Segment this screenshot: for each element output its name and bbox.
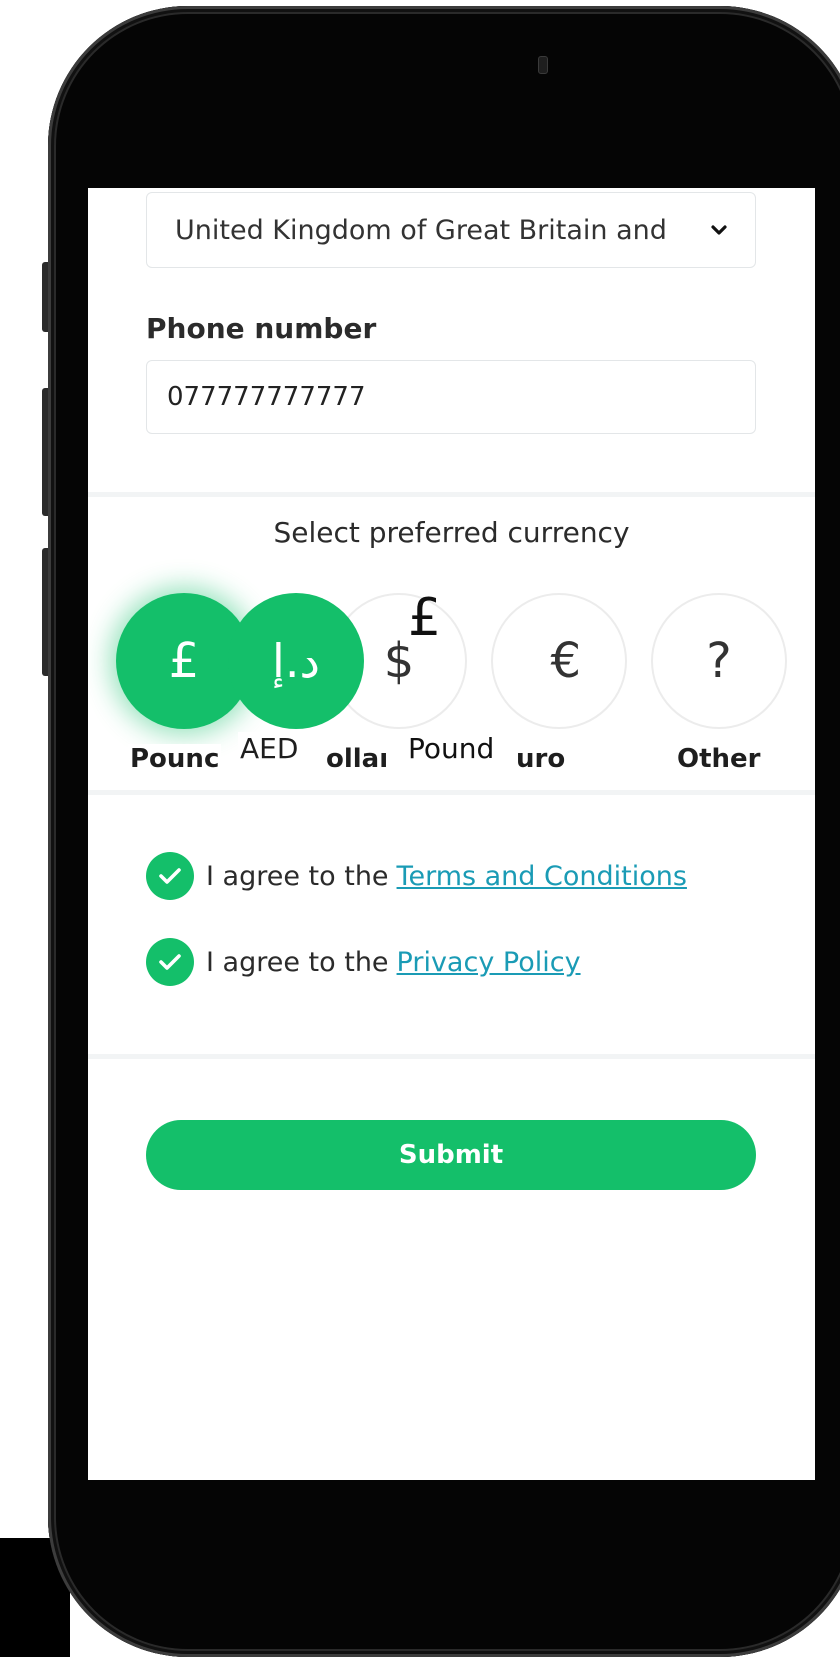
currency-label-aed: AED [238, 732, 301, 765]
country-select-value: United Kingdom of Great Britain and [175, 214, 667, 246]
currency-label-dollar: ollaı [324, 744, 391, 774]
privacy-agreement-text: I agree to the [206, 946, 389, 978]
section-divider [88, 1054, 815, 1059]
terms-agreement-text: I agree to the [206, 860, 389, 892]
earpiece-speaker [538, 56, 548, 74]
app-screen: United Kingdom of Great Britain and Phon… [88, 188, 815, 1480]
check-icon[interactable] [146, 938, 194, 986]
pound-overlay-icon: £ [408, 588, 442, 648]
pound-overlay-label: Pound [406, 732, 497, 765]
terms-and-conditions-link[interactable]: Terms and Conditions [397, 861, 687, 892]
currency-section-title: Select preferred currency [273, 516, 630, 549]
side-button-volume-up [42, 388, 48, 516]
check-icon[interactable] [146, 852, 194, 900]
chevron-down-icon [711, 220, 727, 241]
question-icon: ? [706, 633, 732, 689]
side-button-mute [42, 262, 48, 332]
phone-number-value: 077777777777 [167, 382, 366, 412]
submit-button[interactable]: Submit [146, 1120, 756, 1190]
euro-icon: € [550, 633, 581, 689]
country-select[interactable]: United Kingdom of Great Britain and [146, 192, 756, 268]
currency-option-other[interactable]: ? [651, 593, 787, 729]
side-button-volume-down [42, 548, 48, 676]
terms-agreement: I agree to the Terms and Conditions [146, 852, 687, 900]
section-divider [88, 790, 815, 795]
dirham-icon: د.إ [272, 634, 320, 688]
currency-option-aed[interactable]: د.إ [228, 593, 364, 729]
phone-number-input[interactable]: 077777777777 [146, 360, 756, 434]
section-divider [88, 492, 815, 497]
pound-icon: £ [168, 633, 200, 689]
privacy-agreement: I agree to the Privacy Policy [146, 938, 581, 986]
currency-label-other: Other [675, 744, 763, 774]
privacy-policy-link[interactable]: Privacy Policy [397, 947, 581, 978]
currency-label-euro: uro [514, 744, 568, 774]
currency-label-pound: Pounc [128, 744, 222, 774]
phone-number-label: Phone number [146, 312, 377, 345]
currency-option-euro[interactable]: € [491, 593, 627, 729]
